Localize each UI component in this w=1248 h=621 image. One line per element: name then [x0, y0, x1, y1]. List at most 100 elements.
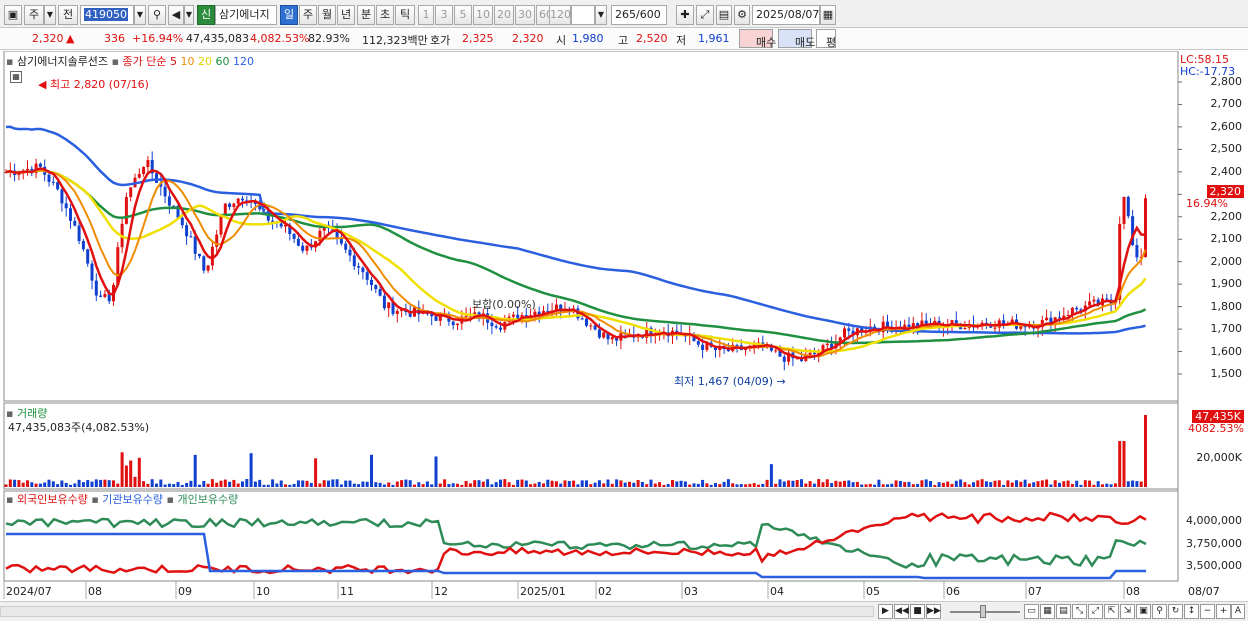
- code-input[interactable]: 419050: [80, 5, 134, 25]
- volume-bar: [400, 480, 404, 487]
- volume-bar: [451, 483, 455, 487]
- chart-canvas[interactable]: [0, 51, 1248, 601]
- volume-bar: [1122, 441, 1126, 487]
- zoom-in-icon[interactable]: +: [1216, 604, 1231, 619]
- grid-toggle-icon[interactable]: ▦: [10, 71, 22, 83]
- volume-bar: [1113, 483, 1117, 487]
- volume-bar: [318, 483, 322, 487]
- calendar-icon[interactable]: ▦: [820, 5, 836, 25]
- buy-button[interactable]: 매수: [739, 29, 776, 49]
- tool-icon[interactable]: ⤡: [1072, 604, 1087, 619]
- tool-icon[interactable]: ⇱: [1104, 604, 1119, 619]
- volume-bar: [838, 481, 842, 487]
- stop-icon[interactable]: ■: [910, 604, 925, 619]
- volume-bar: [597, 480, 601, 487]
- main-toolbar: ▣ 주 ▼ 전 419050 ▼ ⚲ ◀ ▼ 신 삼기에너지 일 주 월 년 분…: [0, 0, 1248, 28]
- tool-icon[interactable]: ▣: [1136, 604, 1151, 619]
- tool-icon[interactable]: ▦: [1040, 604, 1055, 619]
- volume-panel-frame: [3, 402, 1179, 490]
- high-note: 최고 2,820 (07/16): [49, 78, 149, 91]
- volume-bar: [524, 480, 528, 487]
- chevron-down-icon[interactable]: ▼: [134, 5, 146, 25]
- tool-icon[interactable]: ⚲: [1152, 604, 1167, 619]
- period-week-button[interactable]: 주: [299, 5, 317, 25]
- rewind-icon[interactable]: ◀◀: [894, 604, 909, 619]
- period-label: 년: [340, 8, 352, 21]
- volume-bar: [739, 484, 743, 487]
- eval-button[interactable]: 평: [816, 29, 836, 49]
- step-custom-input[interactable]: [571, 5, 595, 25]
- candle-body: [1122, 196, 1126, 224]
- scroll-right-icon[interactable]: ▶: [878, 604, 893, 619]
- period-month-button[interactable]: 월: [318, 5, 336, 25]
- volume-bar: [679, 480, 683, 487]
- volume-bar: [43, 482, 47, 487]
- tool-icon[interactable]: ▤: [1056, 604, 1071, 619]
- period-type-dropdown[interactable]: 주: [24, 5, 44, 25]
- stock-name-field[interactable]: 삼기에너지: [215, 5, 277, 25]
- volume-bar: [894, 480, 898, 487]
- volume-bar: [830, 483, 834, 487]
- step-button[interactable]: 20: [494, 5, 514, 25]
- window-icon[interactable]: ▣: [4, 5, 22, 25]
- step-button[interactable]: 3: [435, 5, 453, 25]
- volume-bar: [94, 479, 98, 487]
- move-icon[interactable]: ↕: [1184, 604, 1199, 619]
- forward-icon[interactable]: ▶▶: [926, 604, 941, 619]
- refresh-icon[interactable]: ↻: [1168, 604, 1183, 619]
- candle-body: [69, 208, 72, 221]
- candle-body: [26, 168, 29, 171]
- chevron-down-icon[interactable]: ▼: [595, 5, 607, 25]
- candle-body: [812, 352, 816, 355]
- chart-area[interactable]: ▪ 삼기에너지솔루션즈 ▪ 종가 단순 5 10 20 60 120 ▦ ◀ 최…: [0, 51, 1248, 601]
- search-icon[interactable]: ⚲: [148, 5, 166, 25]
- date-input[interactable]: 2025/08/07: [752, 5, 820, 25]
- x-tick-label: 05: [866, 585, 880, 598]
- volume-bar: [81, 482, 85, 487]
- volume-bar: [116, 483, 120, 487]
- zoom-slider-handle[interactable]: [980, 605, 986, 618]
- volume-bar: [1058, 482, 1061, 487]
- period-minute-button[interactable]: 분: [357, 5, 375, 25]
- font-size-icon[interactable]: A: [1231, 604, 1245, 619]
- candle-body: [305, 245, 309, 251]
- mode-button[interactable]: 전: [58, 5, 78, 25]
- horizontal-scrollbar[interactable]: [0, 606, 874, 617]
- sell-button[interactable]: 매도: [778, 29, 815, 49]
- period-year-button[interactable]: 년: [337, 5, 355, 25]
- period-tick-button[interactable]: 틱: [395, 5, 415, 25]
- candle-body: [219, 216, 223, 235]
- volume-bar: [911, 484, 915, 487]
- save-icon[interactable]: ▤: [716, 5, 732, 25]
- step-button[interactable]: 1: [418, 5, 434, 25]
- candle-body: [434, 316, 438, 321]
- chevron-down-icon[interactable]: ▼: [184, 5, 194, 25]
- draw-tool-icon[interactable]: ⤢: [696, 5, 714, 25]
- volume-bar: [309, 482, 313, 487]
- gear-icon[interactable]: ⚙: [734, 5, 750, 25]
- step-button[interactable]: 120: [549, 5, 571, 25]
- tool-icon[interactable]: ▭: [1024, 604, 1039, 619]
- volume-bar: [649, 479, 653, 487]
- count-field[interactable]: 265/600: [611, 5, 667, 25]
- step-button[interactable]: 5: [454, 5, 472, 25]
- ma-period-5: 5: [170, 55, 178, 68]
- speaker-icon[interactable]: ◀: [168, 5, 184, 25]
- chevron-down-icon[interactable]: ▼: [44, 5, 56, 25]
- volume-bar: [662, 484, 666, 487]
- volume-bar: [769, 464, 773, 487]
- step-button[interactable]: 30: [515, 5, 535, 25]
- crosshair-icon[interactable]: ✚: [676, 5, 694, 25]
- candle-body: [146, 160, 150, 167]
- ma-period-120: 120: [233, 55, 255, 68]
- tool-icon[interactable]: ⤢: [1088, 604, 1103, 619]
- step-button[interactable]: 10: [473, 5, 493, 25]
- period-day-button[interactable]: 일: [280, 5, 298, 25]
- new-listing-badge: 신: [197, 5, 215, 25]
- zoom-out-icon[interactable]: −: [1200, 604, 1215, 619]
- candle-body: [1045, 317, 1049, 321]
- tool-icon[interactable]: ⇲: [1120, 604, 1135, 619]
- period-second-button[interactable]: 초: [376, 5, 394, 25]
- candle-body: [1075, 307, 1079, 310]
- volume-bar: [215, 482, 219, 487]
